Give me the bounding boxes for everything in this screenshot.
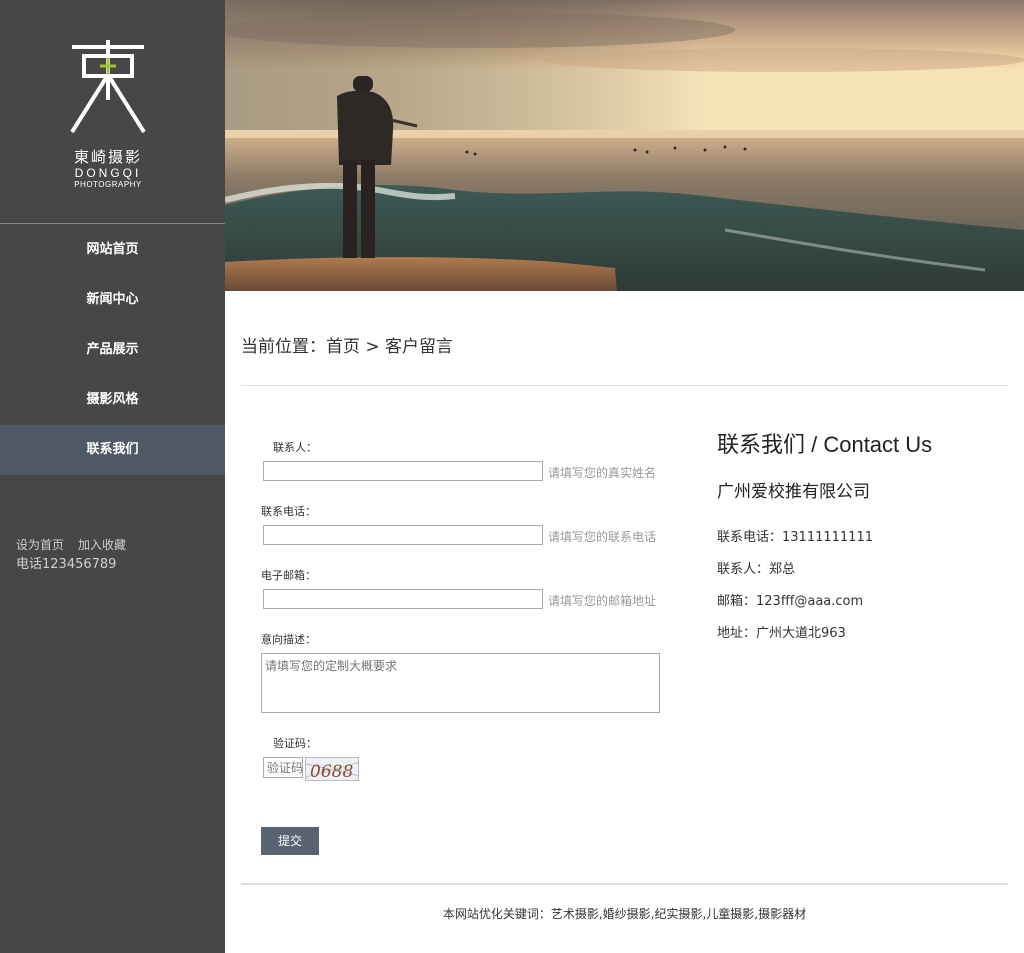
sidebar-links: 设为首页 加入收藏 xyxy=(16,536,140,553)
sidebar-phone: 电话123456789 xyxy=(16,557,117,572)
logo-name-en-sub: PHOTOGRAPHY xyxy=(74,180,142,189)
content-divider xyxy=(241,385,1008,386)
logo-mark-icon xyxy=(70,40,146,134)
nav-item-products[interactable]: 产品展示 xyxy=(0,325,225,375)
email-hint: 请填写您的邮箱地址 xyxy=(548,594,657,608)
email-label: 电子邮箱： xyxy=(261,569,316,582)
contact-email: 邮箱：123fff@aaa.com xyxy=(717,594,864,609)
footer-divider xyxy=(241,883,1008,885)
main-nav: 网站首页 新闻中心 产品展示 摄影风格 联系我们 xyxy=(0,225,225,475)
bookmark-link[interactable]: 加入收藏 xyxy=(78,538,126,552)
banner-photo-fisherman xyxy=(225,0,1024,291)
name-field[interactable] xyxy=(263,461,543,481)
captcha-label: 验证码： xyxy=(273,737,317,750)
logo-name-en: DONGQI xyxy=(74,166,142,180)
footer-keywords: 本网站优化关键词：艺术摄影,婚纱摄影,纪实摄影,儿童摄影,摄影器材 xyxy=(442,907,807,921)
captcha-graphic: 0688 xyxy=(306,758,358,781)
breadcrumb: 当前位置：首页 > 客户留言 xyxy=(241,337,454,357)
hero-banner xyxy=(225,0,1024,291)
phone-field[interactable] xyxy=(263,525,543,545)
email-field[interactable] xyxy=(263,589,543,609)
logo-name-cn: 東崎摄影 xyxy=(73,148,142,166)
contact-title: 联系我们 / Contact Us xyxy=(717,432,933,457)
nav-item-styles[interactable]: 摄影风格 xyxy=(0,375,225,425)
sidebar: 東崎摄影 DONGQI PHOTOGRAPHY 网站首页 新闻中心 产品展示 摄… xyxy=(0,0,225,953)
desc-textarea[interactable] xyxy=(261,653,660,713)
contact-phone: 联系电话：13111111111 xyxy=(717,530,873,545)
contact-address: 地址：广州大道北963 xyxy=(717,626,846,641)
submit-button[interactable]: 提交 xyxy=(261,827,319,855)
phone-hint: 请填写您的联系电话 xyxy=(548,530,657,544)
phone-label: 联系电话： xyxy=(261,505,316,518)
captcha-input[interactable] xyxy=(263,757,303,778)
contact-company: 广州爱校推有限公司 xyxy=(717,482,870,502)
name-hint: 请填写您的真实姓名 xyxy=(548,466,657,480)
contact-person: 联系人：郑总 xyxy=(717,562,796,577)
site-logo[interactable]: 東崎摄影 DONGQI PHOTOGRAPHY xyxy=(0,0,225,224)
nav-item-home[interactable]: 网站首页 xyxy=(0,225,225,275)
nav-item-news[interactable]: 新闻中心 xyxy=(0,275,225,325)
desc-label: 意向描述： xyxy=(261,633,316,646)
name-label: 联系人： xyxy=(273,441,317,454)
set-home-link[interactable]: 设为首页 xyxy=(16,538,64,552)
nav-item-contact[interactable]: 联系我们 xyxy=(0,425,225,475)
captcha-code: 0688 xyxy=(310,762,353,781)
captcha-image[interactable]: 0688 xyxy=(305,757,359,781)
